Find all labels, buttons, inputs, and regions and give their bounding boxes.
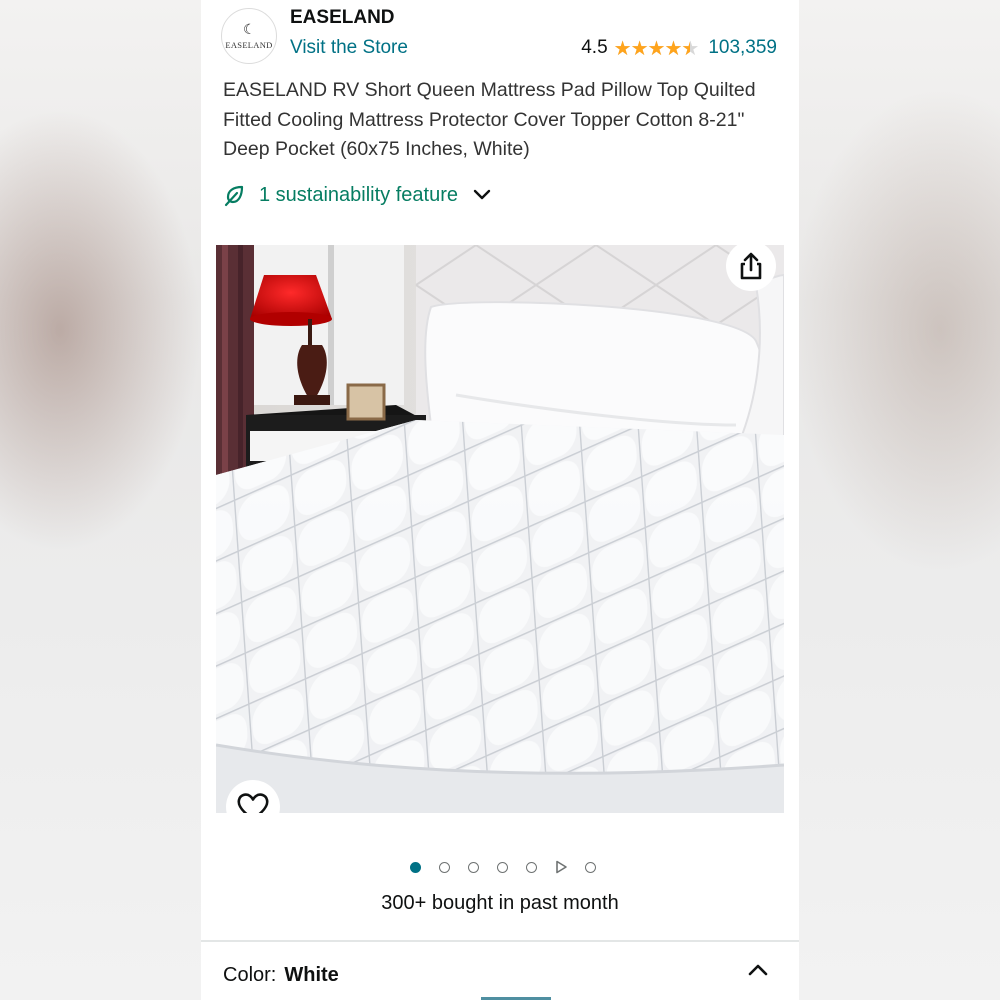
review-count-link[interactable]: 103,359 [708, 37, 777, 59]
image-pagination[interactable] [401, 860, 605, 874]
moon-icon: ☾ [243, 22, 256, 38]
pagination-dot[interactable] [585, 861, 596, 873]
store-logo[interactable]: ☾ EASELAND [221, 8, 277, 64]
pagination-dot[interactable] [468, 861, 479, 873]
section-divider [201, 940, 799, 942]
product-image[interactable] [216, 245, 784, 813]
share-icon [740, 252, 762, 280]
pagination-dot[interactable] [410, 861, 421, 873]
rating-summary[interactable]: 4.5 ★★★★★ ★★★★★ 103,359 [581, 37, 777, 59]
star-rating-icon: ★★★★★ ★★★★★ [613, 36, 700, 60]
color-selector[interactable]: Color: White [223, 964, 339, 987]
bought-count: 300+ bought in past month [381, 892, 619, 914]
visit-store-link[interactable]: Visit the Store [290, 37, 408, 59]
product-card: ☾ EASELAND EASELAND Visit the Store 4.5 … [201, 0, 799, 1000]
mattress-photo [216, 245, 784, 813]
sustainability-label: 1 sustainability feature [259, 183, 459, 206]
color-label: Color: [223, 964, 277, 986]
leaf-icon [224, 185, 244, 207]
chevron-up-icon[interactable] [747, 962, 769, 978]
sustainability-toggle[interactable]: 1 sustainability feature [223, 183, 492, 207]
color-value: White [284, 964, 339, 986]
chevron-down-icon [473, 189, 491, 200]
product-title: EASELAND RV Short Queen Mattress Pad Pil… [223, 79, 756, 160]
logo-wordmark: EASELAND [225, 40, 273, 50]
brand-name: EASELAND [290, 7, 395, 28]
pagination-dot[interactable] [526, 861, 537, 873]
pagination-dot[interactable] [439, 861, 450, 873]
video-play-icon[interactable] [554, 860, 568, 874]
pagination-dot[interactable] [497, 861, 508, 873]
heart-icon [237, 793, 269, 813]
rating-value: 4.5 [581, 37, 608, 58]
